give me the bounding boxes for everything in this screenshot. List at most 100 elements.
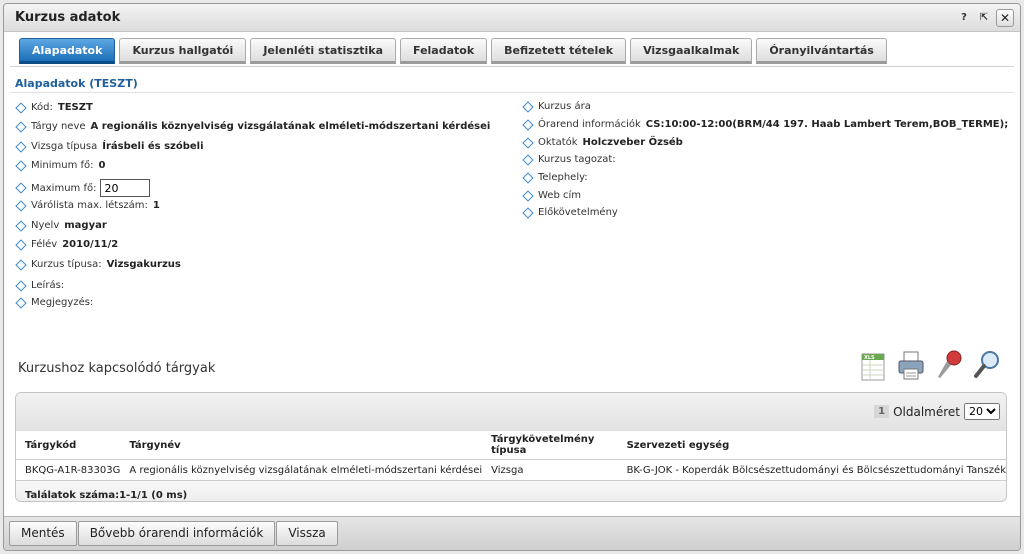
section-title: Alapadatok (TESZT) — [15, 77, 138, 90]
field-nyelv: Nyelv magyar — [15, 219, 107, 232]
field-label: Megjegyzés: — [31, 297, 94, 308]
maximum-fo-input[interactable] — [100, 179, 151, 197]
bullet-icon — [522, 100, 534, 113]
field-label: Kurzus ára — [538, 101, 591, 112]
bullet-icon — [15, 199, 27, 212]
col-targykod[interactable]: Tárgykód — [16, 431, 121, 460]
tab-alapadatok[interactable]: Alapadatok — [19, 38, 116, 64]
cell-targykod: BKQG-A1R-83303G — [16, 459, 121, 481]
cell-targynev: A regionális köznyelviség vizsgálatának … — [120, 459, 483, 481]
field-value: CS:10:00-12:00(BRM/44 197. Haab Lambert … — [645, 119, 1009, 130]
field-label: Kód: — [31, 102, 53, 113]
field-label: Web cím — [538, 190, 581, 201]
field-label: Vizsga típusa — [31, 141, 98, 152]
field-elokovetelmeny: Előkövetelmény — [522, 206, 618, 219]
field-label: Kurzus tagozat: — [538, 154, 616, 165]
pin-icon[interactable] — [934, 348, 964, 382]
footer-bar: Mentés Bővebb órarendi információk Vissz… — [4, 516, 1020, 550]
window-titlebar: Kurzus adatok ? ⇱ ✕ — [4, 4, 1020, 32]
field-label: Oktatók — [538, 137, 578, 148]
bullet-icon — [522, 118, 534, 131]
help-icon[interactable]: ? — [956, 10, 972, 26]
print-icon[interactable] — [896, 348, 926, 382]
close-icon[interactable]: ✕ — [996, 9, 1014, 27]
grid-toolbar: XLS — [858, 348, 1002, 382]
col-targynev[interactable]: Tárgynév — [120, 431, 483, 460]
field-kurzus-tagozat: Kurzus tagozat: — [522, 153, 616, 166]
field-leiras: Leírás: — [15, 279, 65, 292]
field-label: Várólista max. létszám: — [31, 200, 148, 211]
field-value: 2010/11/2 — [62, 239, 119, 250]
field-oktatok: Oktatók Holczveber Özséb — [522, 136, 683, 149]
tab-vizsgaalkalmak[interactable]: Vizsgaalkalmak — [630, 38, 753, 64]
tab-jelenleti-statisztika[interactable]: Jelenléti statisztika — [250, 38, 396, 64]
bullet-icon — [522, 136, 534, 149]
field-kurzus-ara: Kurzus ára — [522, 100, 591, 113]
field-label: Maximum fő: — [31, 182, 97, 194]
field-kod: Kód: TESZT — [15, 101, 93, 114]
bullet-icon — [15, 258, 27, 271]
tab-bar: Alapadatok Kurzus hallgatói Jelenléti st… — [19, 38, 887, 64]
search-icon[interactable] — [972, 348, 1002, 382]
field-web-cim: Web cím — [522, 189, 581, 202]
field-orarend-informaciok: Órarend információk CS:10:00-12:00(BRM/4… — [522, 118, 1009, 131]
field-label: Előkövetelmény — [538, 207, 618, 218]
col-szervezeti-egyseg[interactable]: Szervezeti egység — [617, 431, 1006, 460]
field-targy-neve: Tárgy neve A regionális köznyelviség viz… — [15, 120, 491, 133]
field-maximum-fo: Maximum fő: — [15, 179, 151, 197]
col-targykovetelmeny-tipusa[interactable]: Tárgykövetelmény típusa — [482, 431, 618, 460]
field-label: Tárgy neve — [31, 121, 86, 132]
related-subjects-grid: 1 Oldalméret 20 Tárgykód Tárgynév Tárgyk… — [15, 392, 1007, 502]
field-label: Telephely: — [538, 172, 588, 183]
field-value: A regionális köznyelviség vizsgálatának … — [90, 121, 491, 132]
course-data-window: Kurzus adatok ? ⇱ ✕ Alapadatok Kurzus ha… — [3, 3, 1021, 551]
section-divider — [10, 92, 1014, 93]
field-label: Nyelv — [31, 220, 60, 231]
field-label: Órarend információk — [538, 119, 641, 130]
field-varolista: Várólista max. létszám: 1 — [15, 199, 160, 212]
field-value: 1 — [152, 200, 160, 211]
table-row[interactable]: BKQG-A1R-83303G A regionális köznyelvisé… — [16, 459, 1006, 481]
excel-export-icon[interactable]: XLS — [858, 348, 888, 382]
page-number[interactable]: 1 — [874, 405, 890, 418]
bullet-icon — [15, 120, 27, 133]
save-button[interactable]: Mentés — [9, 521, 77, 546]
cell-tipus: Vizsga — [482, 459, 618, 481]
field-value: TESZT — [57, 102, 93, 113]
bullet-icon — [15, 219, 27, 232]
field-label: Leírás: — [31, 280, 65, 291]
field-kurzus-tipusa: Kurzus típusa: Vizsgakurzus — [15, 258, 181, 271]
back-button[interactable]: Vissza — [276, 521, 338, 546]
related-subjects-heading: Kurzushoz kapcsolódó tárgyak — [18, 361, 216, 376]
bullet-icon — [15, 159, 27, 172]
bullet-icon — [15, 182, 27, 194]
bullet-icon — [522, 153, 534, 166]
tab-befizetett-tetelek[interactable]: Befizetett tételek — [491, 38, 627, 64]
page-size-select[interactable]: 20 — [964, 403, 1000, 420]
subjects-table: Tárgykód Tárgynév Tárgykövetelmény típus… — [16, 431, 1006, 481]
window-title: Kurzus adatok — [15, 10, 121, 25]
field-value: Vizsgakurzus — [106, 259, 181, 270]
more-schedule-info-button[interactable]: Bővebb órarendi információk — [77, 521, 276, 546]
bullet-icon — [15, 279, 27, 292]
field-minimum-fo: Minimum fő: 0 — [15, 159, 106, 172]
popout-icon[interactable]: ⇱ — [976, 10, 992, 26]
field-megjegyzes: Megjegyzés: — [15, 296, 94, 309]
bullet-icon — [522, 206, 534, 219]
table-header-row: Tárgykód Tárgynév Tárgykövetelmény típus… — [16, 431, 1006, 460]
results-count: Találatok száma:1-1/1 (0 ms) — [16, 481, 1006, 501]
bullet-icon — [15, 296, 27, 309]
field-value: 0 — [98, 160, 106, 171]
field-value: Írásbeli és szóbeli — [102, 141, 204, 152]
field-label: Kurzus típusa: — [31, 259, 102, 270]
field-label: Félév — [31, 239, 58, 250]
page-size-label: Oldalméret — [893, 404, 960, 419]
tab-feladatok[interactable]: Feladatok — [400, 38, 488, 64]
bullet-icon — [522, 189, 534, 202]
tab-kurzus-hallgatoi[interactable]: Kurzus hallgatói — [119, 38, 247, 64]
field-telephely: Telephely: — [522, 171, 588, 184]
bullet-icon — [15, 101, 27, 114]
field-value: Holczveber Özséb — [582, 137, 683, 148]
tab-oranyilvantartas[interactable]: Óranyilvántartás — [756, 38, 887, 64]
grid-header-bar: 1 Oldalméret 20 — [16, 393, 1006, 431]
